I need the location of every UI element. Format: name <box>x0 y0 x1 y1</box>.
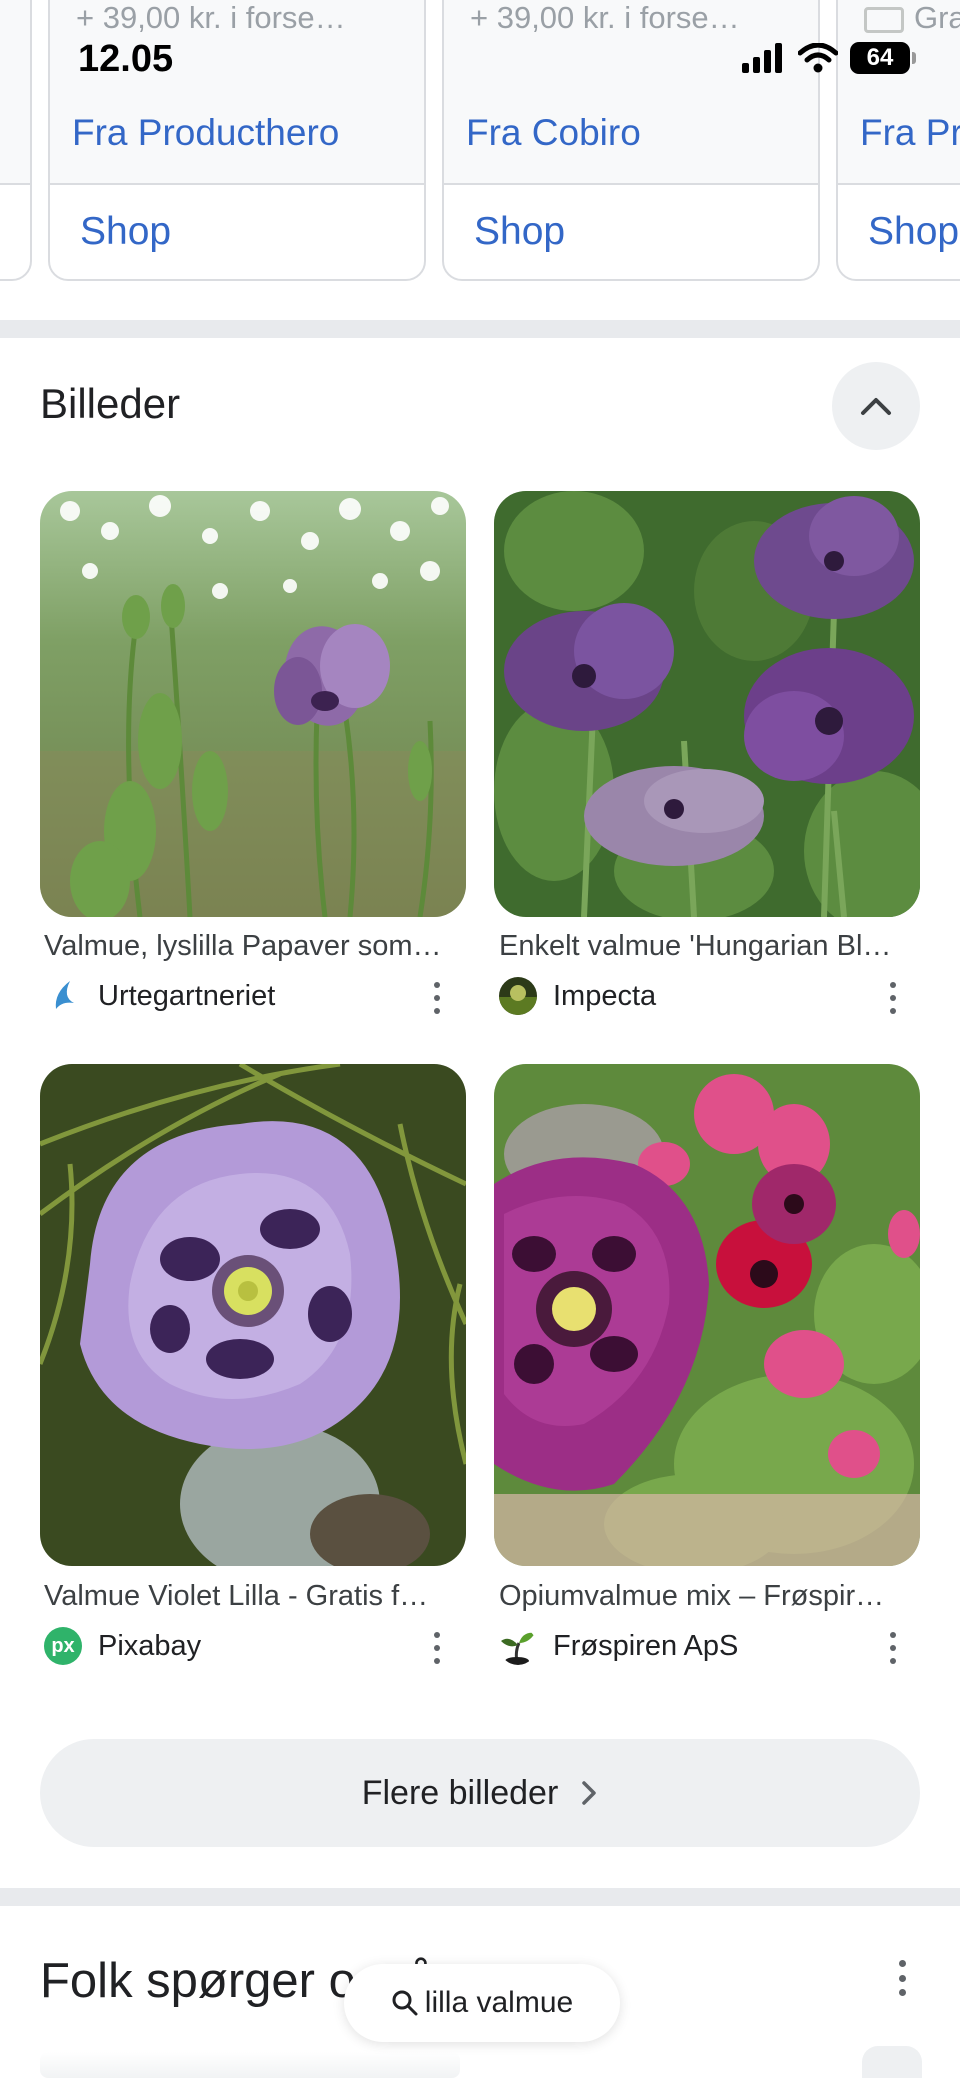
image-source[interactable]: Frøspiren ApS <box>499 1626 738 1666</box>
collapse-button[interactable] <box>832 362 920 450</box>
image-result-thumbnail[interactable] <box>40 1064 466 1566</box>
shop-button[interactable]: Shop <box>868 210 959 254</box>
opium-poppy-mix-photo <box>494 1064 920 1566</box>
images-section-title: Billeder <box>40 380 181 427</box>
impecta-logo-icon <box>499 977 537 1015</box>
delivery-truck-icon <box>864 6 904 33</box>
merchant-source[interactable]: Fra Cobiro <box>466 112 641 154</box>
more-options-icon[interactable] <box>878 976 908 1020</box>
image-source[interactable]: Urtegartneriet <box>44 976 275 1016</box>
merchant-source[interactable]: Fra Producthero <box>72 112 339 154</box>
image-caption[interactable]: Opiumvalmue mix – Frøspir… <box>499 1580 884 1613</box>
expand-question-button[interactable] <box>862 2046 922 2078</box>
image-caption[interactable]: Valmue Violet Lilla - Gratis f… <box>44 1580 428 1613</box>
urtegartneriet-logo-icon <box>44 977 82 1015</box>
question-row-partial <box>40 2052 460 2078</box>
pixabay-logo-icon: px <box>44 1627 82 1665</box>
hungarian-poppy-photo <box>494 491 920 917</box>
status-icons: 64 <box>742 42 916 74</box>
more-options-icon[interactable] <box>878 1626 908 1670</box>
image-caption[interactable]: Enkelt valmue 'Hungarian Bl… <box>499 930 891 963</box>
image-result-thumbnail[interactable] <box>494 491 920 917</box>
section-divider <box>0 320 960 338</box>
status-time: 12.05 <box>78 38 174 80</box>
source-name: Pixabay <box>98 1629 202 1662</box>
image-source[interactable]: Impecta <box>499 976 656 1016</box>
more-images-button[interactable]: Flere billeder <box>40 1739 920 1847</box>
violet-poppy-photo <box>40 1064 466 1566</box>
lilac-poppy-photo <box>40 491 466 917</box>
image-source[interactable]: px Pixabay <box>44 1626 201 1666</box>
floating-search-pill[interactable]: lilla valmue <box>344 1964 620 2042</box>
battery-icon: 64 <box>850 42 916 74</box>
image-caption[interactable]: Valmue, lyslilla Papaver som… <box>44 930 442 963</box>
shipping-price: Gra <box>864 0 960 36</box>
image-result-thumbnail[interactable] <box>40 491 466 917</box>
more-options-icon[interactable] <box>422 1626 452 1670</box>
source-name: Frøspiren ApS <box>553 1629 739 1662</box>
image-result-thumbnail[interactable] <box>494 1064 920 1566</box>
search-icon <box>392 1990 418 2016</box>
source-name: Urtegartneriet <box>98 979 276 1012</box>
shipping-price: + 39,00 kr. i forse… <box>76 0 346 35</box>
cellular-signal-icon <box>742 43 782 73</box>
chevron-up-icon <box>861 398 891 415</box>
more-images-label: Flere billeder <box>361 1773 559 1812</box>
shop-button[interactable]: Shop <box>80 210 171 254</box>
wifi-icon <box>798 43 838 73</box>
section-divider <box>0 1888 960 1906</box>
more-options-icon[interactable] <box>887 1958 917 1998</box>
search-query: lilla valmue <box>424 1986 574 2019</box>
shop-button[interactable]: Shop <box>474 210 565 254</box>
shipping-price: + 39,00 kr. i forse… <box>470 0 740 35</box>
sprout-logo-icon <box>499 1627 537 1665</box>
merchant-source[interactable]: Fra Pr <box>860 112 960 154</box>
more-options-icon[interactable] <box>422 976 452 1020</box>
status-bar: 12.05 64 <box>0 34 960 86</box>
source-name: Impecta <box>553 979 657 1012</box>
chevron-right-icon <box>582 1781 597 1805</box>
